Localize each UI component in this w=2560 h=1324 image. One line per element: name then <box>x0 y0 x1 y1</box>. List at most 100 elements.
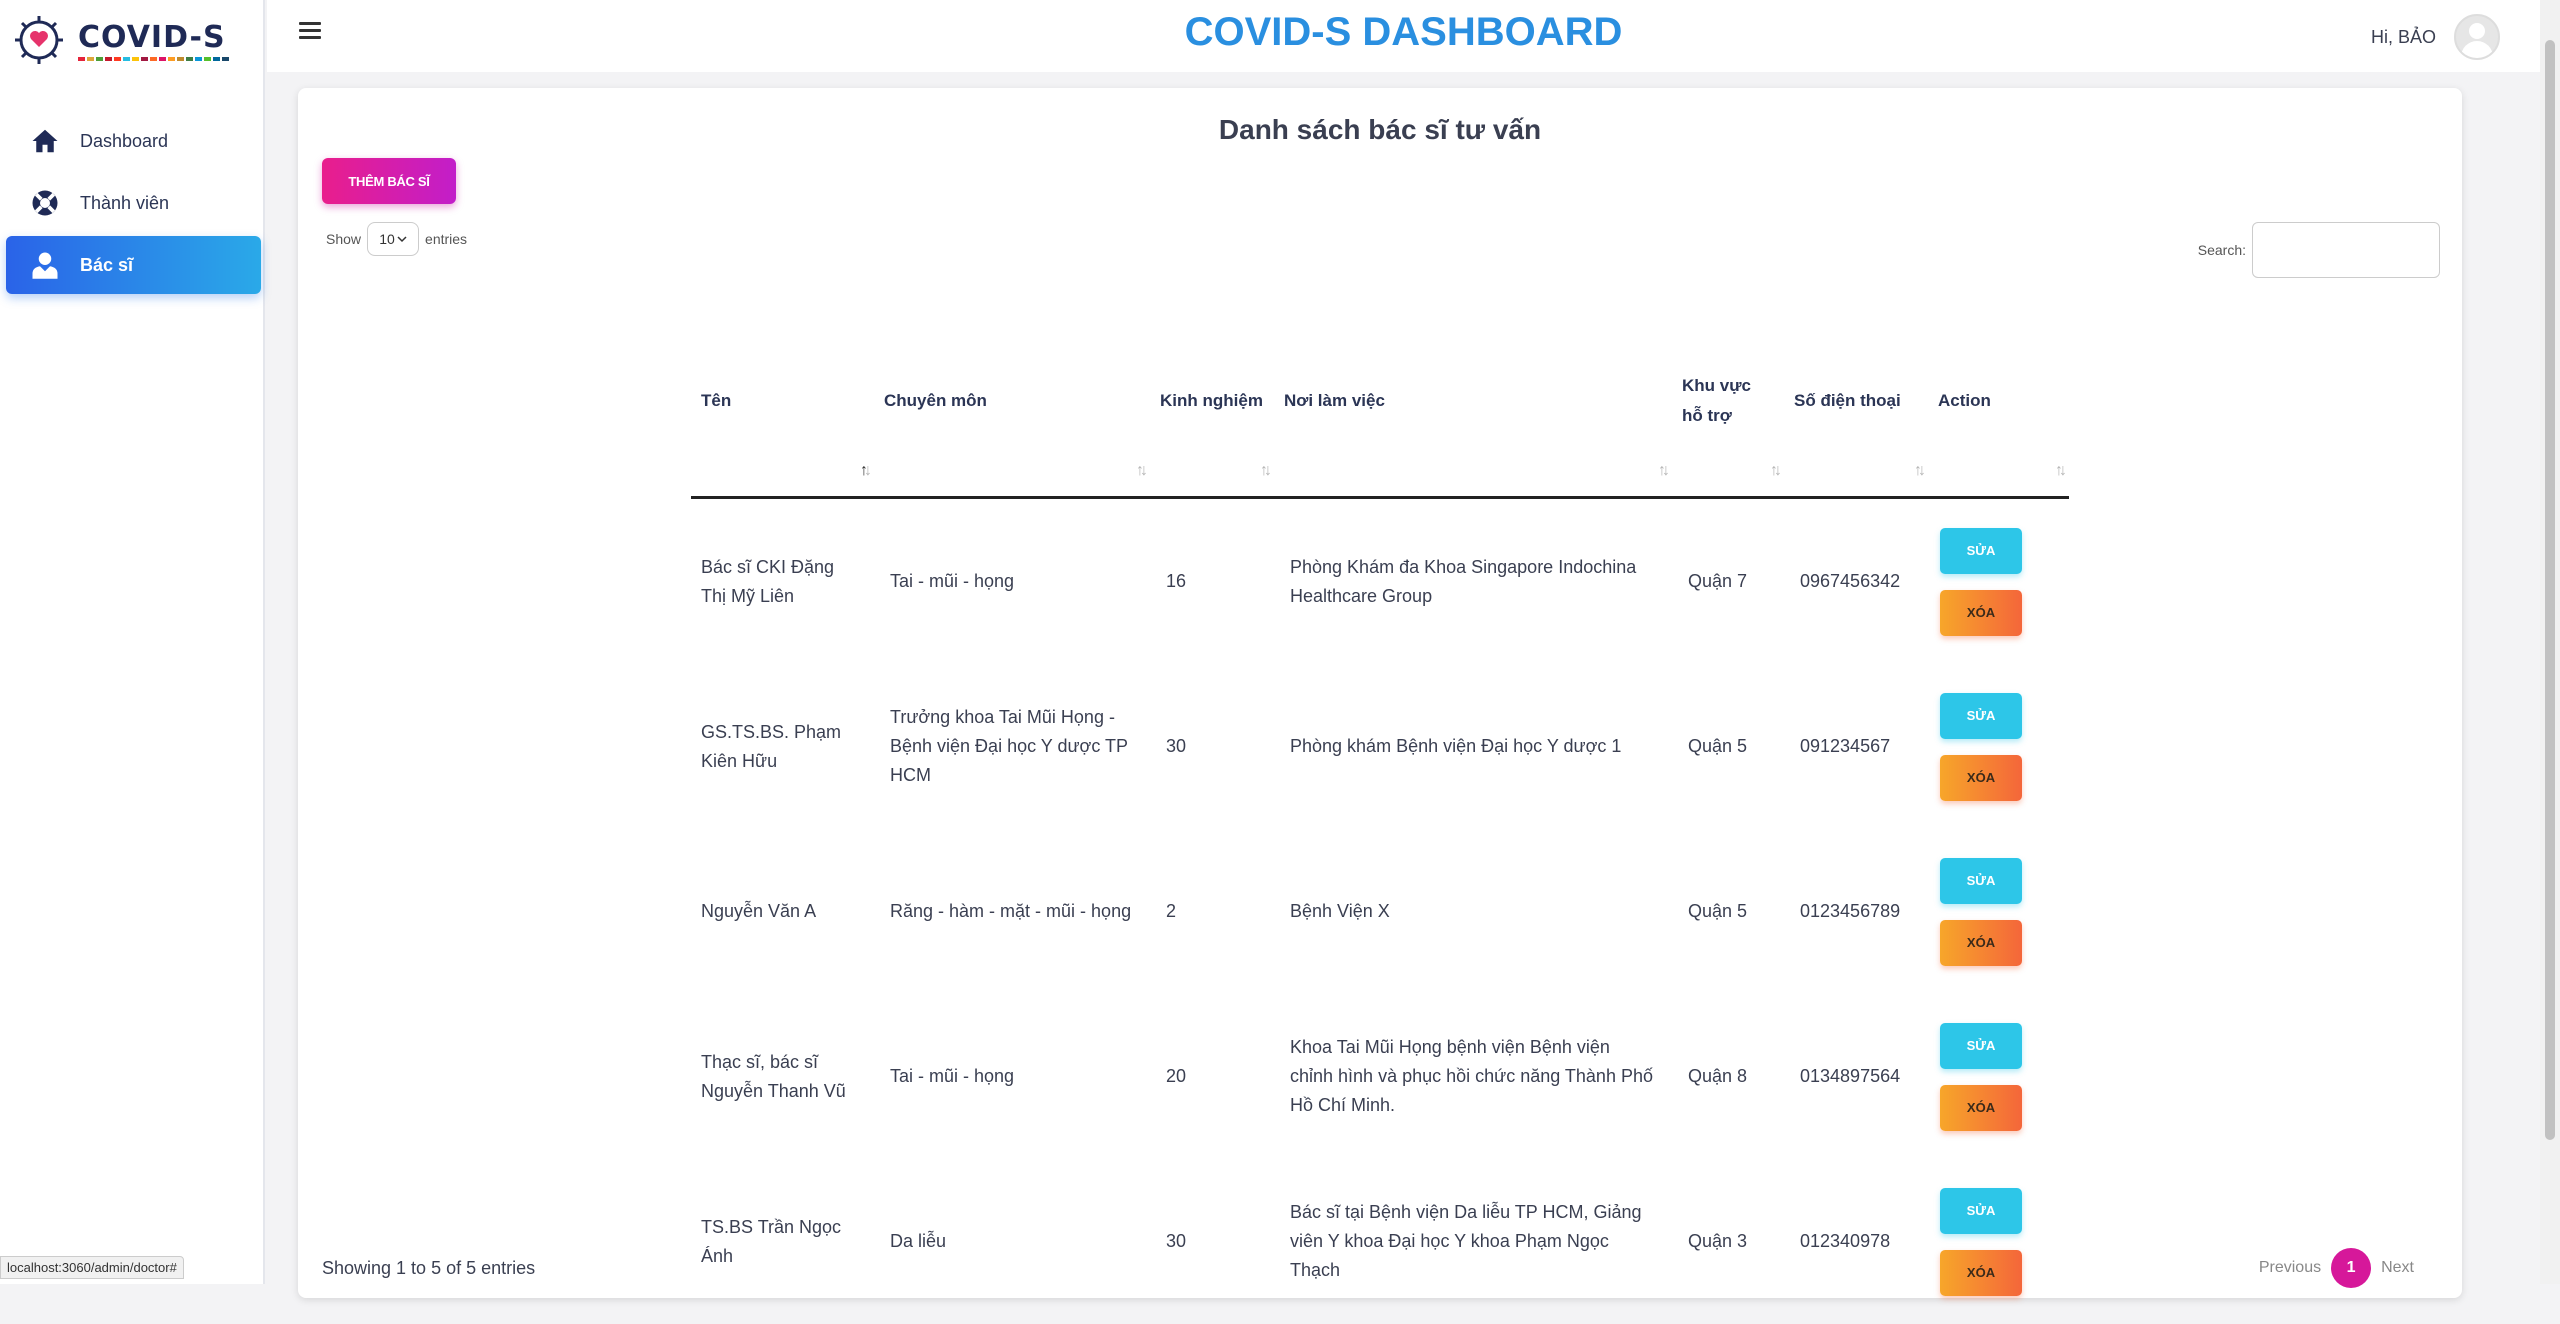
column-header-area[interactable]: Khu vực hỗ trợ ↑↓ <box>1672 306 1784 496</box>
column-header-specialty[interactable]: Chuyên môn ↑↓ <box>874 306 1150 496</box>
cell-actions: SỬA XÓA <box>1928 857 2069 966</box>
delete-button[interactable]: XÓA <box>1940 1084 2022 1131</box>
top-header: COVID-S DASHBOARD Hi, BẢO <box>267 0 2540 72</box>
column-header-action[interactable]: Action ↑↓ <box>1928 306 2069 496</box>
cell-specialty: Trưởng khoa Tai Mũi Họng - Bệnh viện Đại… <box>890 707 1128 785</box>
cell-name: GS.TS.BS. Phạm Kiên Hữu <box>701 721 842 771</box>
cell-phone: 0967456342 <box>1800 571 1901 591</box>
brand-name: COVID-S <box>78 19 226 55</box>
sidebar-item-label: Dashboard <box>80 130 169 151</box>
user-greeting: Hi, BẢO <box>2370 26 2436 47</box>
delete-button[interactable]: XÓA <box>1940 919 2022 966</box>
cell-area: Quận 3 <box>1688 1231 1748 1251</box>
home-icon <box>28 124 62 158</box>
sidebar-item-doctors[interactable]: Bác sĩ <box>6 236 261 294</box>
delete-button[interactable]: XÓA <box>1940 589 2022 636</box>
sort-icon: ↑↓ <box>1658 462 1670 479</box>
cell-phone: 012340978 <box>1800 1231 1891 1251</box>
edit-button[interactable]: SỬA <box>1940 857 2022 904</box>
cell-experience: 2 <box>1166 901 1177 921</box>
cell-specialty: Da liễu <box>890 1231 947 1251</box>
table-header: Tên ↑↓ Chuyên môn ↑↓ Kinh nghiệm ↑↓ Nơi làm… <box>691 306 2069 499</box>
cell-experience: 30 <box>1166 736 1187 756</box>
sidebar-nav: Dashboard Thành viên Bác sĩ <box>6 112 261 298</box>
sort-icon: ↑↓ <box>1136 462 1148 479</box>
cell-experience: 30 <box>1166 1231 1187 1251</box>
sidebar-item-members[interactable]: Thành viên <box>6 174 261 232</box>
avatar[interactable] <box>2454 14 2500 60</box>
sort-icon: ↑↓ <box>1770 462 1782 479</box>
cell-phone: 0134897564 <box>1800 1066 1901 1086</box>
chevron-down-icon <box>397 236 407 243</box>
column-header-phone[interactable]: Số điện thoại ↑↓ <box>1784 306 1928 496</box>
cell-actions: SỬA XÓA <box>1928 1187 2069 1296</box>
brand-logo[interactable]: COVID-S <box>12 10 229 70</box>
entries-select[interactable]: 10 <box>367 222 420 256</box>
vertical-scrollbar[interactable] <box>2540 0 2560 1284</box>
doctor-table: Tên ↑↓ Chuyên môn ↑↓ Kinh nghiệm ↑↓ Nơi làm… <box>691 306 2069 1324</box>
doctor-icon <box>28 248 62 282</box>
cell-area: Quận 5 <box>1688 901 1748 921</box>
sidebar: COVID-S Dashboard Thành viên Bác sĩ loca… <box>0 0 265 1284</box>
previous-page-button[interactable]: Previous <box>2259 1259 2321 1277</box>
edit-button[interactable]: SỬA <box>1940 527 2022 574</box>
search-input[interactable] <box>2252 222 2440 278</box>
pagination: Previous 1 Next <box>2259 1248 2414 1288</box>
entries-label: entries <box>425 231 468 247</box>
cell-workplace: Phòng khám Bệnh viện Đại học Y dược 1 <box>1290 736 1622 756</box>
cell-actions: SỬA XÓA <box>1928 1022 2069 1131</box>
next-page-button[interactable]: Next <box>2381 1259 2414 1277</box>
cell-name: TS.BS Trần Ngọc Ánh <box>701 1216 842 1266</box>
cell-name: Bác sĩ CKI Đặng Thị Mỹ Liên <box>701 556 835 606</box>
table-search: Search: <box>2198 222 2440 278</box>
entries-select-value: 10 <box>379 231 395 247</box>
sidebar-item-dashboard[interactable]: Dashboard <box>6 112 261 170</box>
doctor-list-card: Danh sách bác sĩ tư vấn THÊM BÁC SĨ Show… <box>298 88 2462 1298</box>
delete-button[interactable]: XÓA <box>1940 1249 2022 1296</box>
cell-specialty: Răng - hàm - mặt - mũi - họng <box>890 901 1132 921</box>
table-info: Showing 1 to 5 of 5 entries <box>322 1258 536 1278</box>
user-menu[interactable]: Hi, BẢO <box>2371 14 2500 60</box>
table-row: GS.TS.BS. Phạm Kiên Hữu Trưởng khoa Tai … <box>691 664 2069 829</box>
card-title: Danh sách bác sĩ tư vấn <box>1218 114 1542 145</box>
column-header-name[interactable]: Tên ↑↓ <box>691 306 874 496</box>
search-label: Search: <box>2197 242 2246 258</box>
cell-name: Nguyễn Văn A <box>701 901 817 921</box>
scrollbar-thumb[interactable] <box>2545 40 2555 1140</box>
cell-experience: 20 <box>1166 1066 1187 1086</box>
sidebar-item-label: Bác sĩ <box>80 254 134 275</box>
sort-asc-icon: ↑↓ <box>860 462 872 479</box>
sort-icon: ↑↓ <box>1914 462 1926 479</box>
edit-button[interactable]: SỬA <box>1940 1187 2022 1234</box>
cell-workplace: Khoa Tai Mũi Họng bệnh viện Bệnh viện ch… <box>1290 1037 1653 1115</box>
cell-name: Thạc sĩ, bác sĩ Nguyễn Thanh Vũ <box>701 1051 846 1101</box>
edit-button[interactable]: SỬA <box>1940 1022 2022 1069</box>
cell-area: Quận 8 <box>1688 1066 1748 1086</box>
table-row: Bác sĩ CKI Đặng Thị Mỹ Liên Tai - mũi - … <box>691 499 2069 664</box>
sidebar-item-label: Thành viên <box>80 192 170 213</box>
cell-area: Quận 5 <box>1688 736 1748 756</box>
lifebuoy-icon <box>28 186 62 220</box>
table-row: Nguyễn Văn A Răng - hàm - mặt - mũi - họ… <box>691 829 2069 994</box>
cell-workplace: Phòng Khám đa Khoa Singapore Indochina H… <box>1290 556 1637 606</box>
virus-icon <box>15 16 63 64</box>
cell-experience: 16 <box>1166 571 1187 591</box>
column-header-workplace[interactable]: Nơi làm việc ↑↓ <box>1274 306 1672 496</box>
add-doctor-button[interactable]: THÊM BÁC SĨ <box>322 158 456 204</box>
cell-workplace: Bác sĩ tại Bệnh viện Da liễu TP HCM, Giả… <box>1290 1202 1642 1280</box>
cell-phone: 091234567 <box>1800 736 1891 756</box>
column-header-experience[interactable]: Kinh nghiệm ↑↓ <box>1150 306 1274 496</box>
page-1-button[interactable]: 1 <box>2331 1248 2372 1288</box>
status-url: localhost:3060/admin/doctor# <box>0 1256 184 1279</box>
cell-specialty: Tai - mũi - họng <box>890 571 1015 591</box>
show-label: Show <box>326 231 362 247</box>
cell-actions: SỬA XÓA <box>1928 527 2069 636</box>
cell-specialty: Tai - mũi - họng <box>890 1066 1015 1086</box>
edit-button[interactable]: SỬA <box>1940 692 2022 739</box>
table-row: TS.BS Trần Ngọc Ánh Da liễu 30 Bác sĩ tạ… <box>691 1159 2069 1324</box>
delete-button[interactable]: XÓA <box>1940 754 2022 801</box>
cell-workplace: Bệnh Viện X <box>1290 901 1390 921</box>
sort-icon: ↑↓ <box>2055 462 2067 479</box>
sort-icon: ↑↓ <box>1260 462 1272 479</box>
cell-area: Quận 7 <box>1688 571 1748 591</box>
